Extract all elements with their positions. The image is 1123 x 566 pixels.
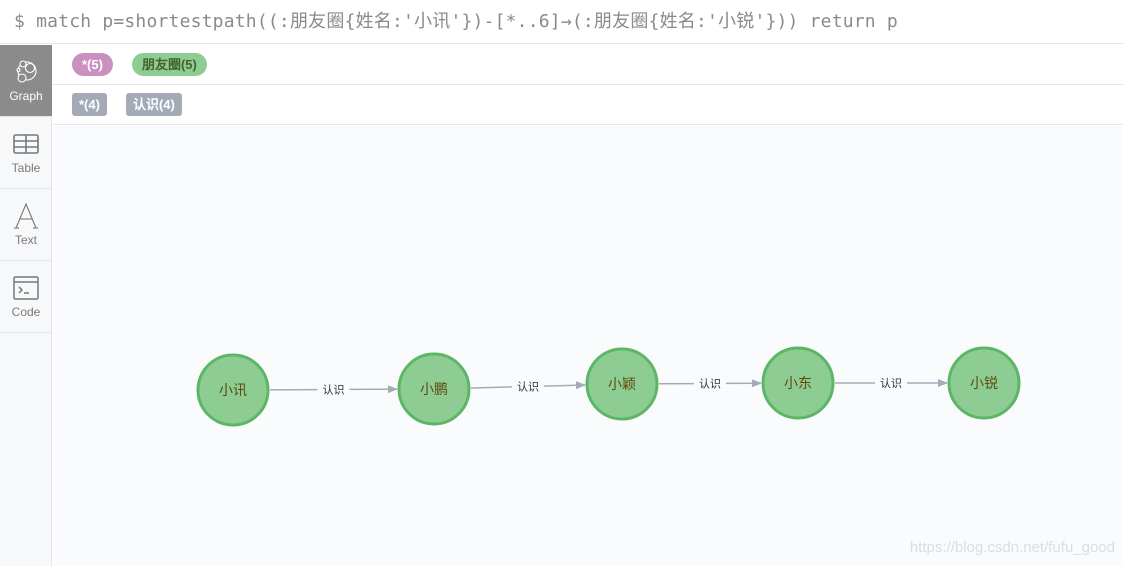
graph-node[interactable]: 小颖 xyxy=(585,347,659,421)
node-labels-legend: *(5) 朋友圈(5) xyxy=(53,45,1123,85)
query-editor[interactable]: $ match p=shortestpath((:朋友圈{姓名:'小讯'})-[… xyxy=(0,0,1123,44)
relationship-tag-knows[interactable]: 认识(4) xyxy=(125,93,182,116)
query-text: match p=shortestpath((:朋友圈{姓名:'小讯'})-[*.… xyxy=(36,11,898,32)
sidebar-item-graph[interactable]: Graph xyxy=(0,45,52,117)
graph-node[interactable]: 小锐 xyxy=(947,346,1021,420)
relationship-tag-all[interactable]: *(4) xyxy=(72,93,107,116)
relationship-types-legend: *(4) 认识(4) xyxy=(53,85,1123,125)
sidebar-item-label: Text xyxy=(14,233,37,247)
node-caption: 小鹏 xyxy=(420,382,448,398)
code-icon xyxy=(12,274,40,302)
node-caption: 小颖 xyxy=(608,377,636,393)
result-view-sidebar: Graph Table Text Code xyxy=(0,45,52,566)
node-label-pill-all[interactable]: *(5) xyxy=(72,53,113,76)
graph-svg[interactable]: 认识 认识 认识 认识 小讯 小鹏 小颖 小东 小锐 xyxy=(53,126,1123,566)
edge-label: 认识 xyxy=(323,384,345,397)
graph-canvas[interactable]: 认识 认识 认识 认识 小讯 小鹏 小颖 小东 小锐 https://blog.csdn.ne… xyxy=(53,126,1123,566)
graph-node[interactable]: 小东 xyxy=(761,346,835,420)
sidebar-item-label: Code xyxy=(11,305,41,319)
edge-line[interactable] xyxy=(470,386,513,389)
relationship-edge[interactable]: 认识 xyxy=(835,377,948,390)
sidebar-item-label: Graph xyxy=(9,89,43,103)
edge-label: 认识 xyxy=(517,381,539,394)
relationship-edge[interactable]: 认识 xyxy=(658,378,763,391)
edge-label: 认识 xyxy=(880,377,902,390)
sidebar-item-code[interactable]: Code xyxy=(0,261,52,333)
node-caption: 小锐 xyxy=(970,376,998,392)
sidebar-item-table[interactable]: Table xyxy=(0,117,52,189)
graph-node[interactable]: 小鹏 xyxy=(397,352,471,426)
graph-node[interactable]: 小讯 xyxy=(196,353,270,427)
text-icon xyxy=(12,202,40,230)
sidebar-item-label: Table xyxy=(11,161,41,175)
query-prompt: $ xyxy=(14,11,26,32)
node-label-pill-friend-circle[interactable]: 朋友圈(5) xyxy=(131,53,207,76)
edge-arrow[interactable] xyxy=(543,381,587,390)
node-caption: 小东 xyxy=(784,376,812,392)
graph-icon xyxy=(12,58,40,86)
node-caption: 小讯 xyxy=(219,383,247,399)
watermark: https://blog.csdn.net/fufu_good xyxy=(909,539,1115,556)
edge-label: 认识 xyxy=(699,378,721,391)
sidebar-item-text[interactable]: Text xyxy=(0,189,52,261)
relationship-edge[interactable]: 认识 xyxy=(269,384,399,397)
table-icon xyxy=(12,130,40,158)
relationship-edge[interactable]: 认识 xyxy=(470,381,587,394)
